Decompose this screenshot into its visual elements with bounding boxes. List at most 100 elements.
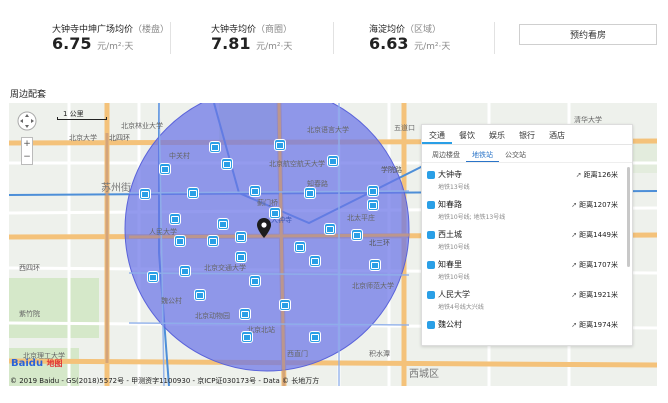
zoom-out-button[interactable]: − [22,151,32,164]
station-distance: ➚ 距离1449米 [571,231,618,239]
map-copyright: © 2019 Baidu - GS(2018)5572号 - 甲测资字11009… [10,377,320,385]
baidu-logo: Baidu 地图 [11,358,63,369]
map-label: 学院路 [381,166,402,174]
station-marker-icon[interactable] [207,235,219,247]
station-marker-icon[interactable] [179,265,191,277]
subway-icon [427,291,435,299]
map-label: 北太平庄 [347,214,375,222]
station-marker-icon[interactable] [309,255,321,267]
subway-icon [427,171,435,179]
station-marker-icon[interactable] [274,139,286,151]
station-marker-icon[interactable] [249,185,261,197]
station-marker-icon[interactable] [351,229,363,241]
station-marker-icon[interactable] [194,289,206,301]
station-marker-icon[interactable] [235,231,247,243]
map-label: 北京大学 [69,134,97,142]
map-scale-bar [57,117,107,120]
station-marker-icon[interactable] [147,271,159,283]
station-marker-icon[interactable] [221,158,233,170]
price-value: 7.81 元/m²·天 [211,34,293,53]
map-label: 北京动物园 [195,312,230,320]
subway-icon [427,261,435,269]
list-item[interactable]: 人民大学 地铁4号线大兴线 ➚ 距离1921米 [422,285,624,315]
subtab-bus[interactable]: 公交站 [499,145,532,162]
station-marker-icon[interactable] [209,141,221,153]
price-strip: 大钟寺中坤广场均价（楼盘） 6.75 元/m²·天 大钟寺均价（商圈） 7.81… [0,0,668,70]
station-distance: ➚ 距离1207米 [571,201,618,209]
section-title: 周边配套 [10,90,47,100]
station-marker-icon[interactable] [217,218,229,230]
subtab-nearby-buildings[interactable]: 周边楼盘 [426,145,466,162]
station-marker-icon[interactable] [139,188,151,200]
station-marker-icon[interactable] [235,251,247,263]
divider [170,22,171,54]
list-item[interactable]: 大钟寺 地铁13号线 ➚ 距离126米 [422,165,624,195]
station-lines: 地铁4号线大兴线 [438,304,484,311]
zoom-control: + − [21,137,33,165]
station-distance: ➚ 距离1707米 [571,261,618,269]
station-lines: 地铁13号线 [438,184,470,191]
map[interactable]: 北京林业大学 五道口 北京语言大学 清华大学 北京大学 北四环 苏州街 中关村 … [9,103,657,386]
subway-icon [427,201,435,209]
station-marker-icon[interactable] [239,308,251,320]
subtab-subway[interactable]: 地铁站 [466,145,499,162]
tab-dining[interactable]: 餐饮 [452,125,482,144]
station-list: 大钟寺 地铁13号线 ➚ 距离126米 知春路 地铁10号线; 地铁13号线 ➚ 距… [422,165,624,345]
book-viewing-button[interactable]: 预约看房 [519,24,657,45]
amenities-panel: 交通 餐饮 娱乐 银行 酒店 周边楼盘 地铁站 公交站 大钟寺 地铁13号线 ➚… [421,124,633,346]
map-label: 北京师范大学 [352,282,394,290]
tab-transport[interactable]: 交通 [422,125,452,144]
map-label: 五道口 [394,124,415,132]
divider [333,22,334,54]
list-item[interactable]: 知春路 地铁10号线; 地铁13号线 ➚ 距离1207米 [422,195,624,225]
station-marker-icon[interactable] [187,187,199,199]
direction-arrow-icon: ➚ [571,231,578,239]
list-item[interactable]: 魏公村 ➚ 距离1974米 [422,315,624,345]
tab-hotel[interactable]: 酒店 [542,125,572,144]
map-label: 中关村 [169,152,190,160]
map-label: 北四环 [109,134,130,142]
divider [494,22,495,54]
station-marker-icon[interactable] [169,213,181,225]
station-marker-icon[interactable] [294,241,306,253]
map-label: 紫竹院 [19,310,40,318]
station-marker-icon[interactable] [304,187,316,199]
station-marker-icon[interactable] [327,155,339,167]
map-pan-control-icon[interactable] [17,111,37,131]
list-item[interactable]: 西土城 地铁10号线 ➚ 距离1449米 [422,225,624,255]
station-marker-icon[interactable] [241,331,253,343]
direction-arrow-icon: ➚ [571,201,578,209]
zoom-in-button[interactable]: + [22,138,32,151]
station-distance: ➚ 距离1974米 [571,321,618,329]
tab-entertainment[interactable]: 娱乐 [482,125,512,144]
station-lines: 地铁10号线; 地铁13号线 [438,214,506,221]
station-marker-icon[interactable] [324,223,336,235]
map-label: 北京语言大学 [307,126,349,134]
map-label: 西四环 [19,264,40,272]
map-label: 北京航空航天大学 [269,160,325,168]
tab-bank[interactable]: 银行 [512,125,542,144]
direction-arrow-icon: ➚ [571,261,578,269]
price-block-region: 海淀均价（区域） 6.63 元/m²·天 [369,22,450,56]
map-label: 魏公村 [161,297,182,305]
transport-subtabs: 周边楼盘 地铁站 公交站 [422,145,632,163]
map-label: 西城区 [409,369,439,380]
map-label: 人民大学 [149,228,177,236]
subway-icon [427,321,435,329]
location-pin-icon[interactable] [257,218,271,238]
station-distance: ➚ 距离1921米 [571,291,618,299]
station-marker-icon[interactable] [159,163,171,175]
station-distance: ➚ 距离126米 [575,171,618,179]
station-marker-icon[interactable] [367,199,379,211]
station-marker-icon[interactable] [309,331,321,343]
category-tabs: 交通 餐饮 娱乐 银行 酒店 [422,125,632,145]
station-marker-icon[interactable] [249,275,261,287]
station-marker-icon[interactable] [279,299,291,311]
station-marker-icon[interactable] [174,235,186,247]
station-marker-icon[interactable] [367,185,379,197]
list-item[interactable]: 知春里 地铁10号线 ➚ 距离1707米 [422,255,624,285]
station-marker-icon[interactable] [369,259,381,271]
station-lines: 地铁10号线 [438,274,470,281]
list-scrollbar[interactable] [627,167,630,267]
direction-arrow-icon: ➚ [575,171,582,179]
